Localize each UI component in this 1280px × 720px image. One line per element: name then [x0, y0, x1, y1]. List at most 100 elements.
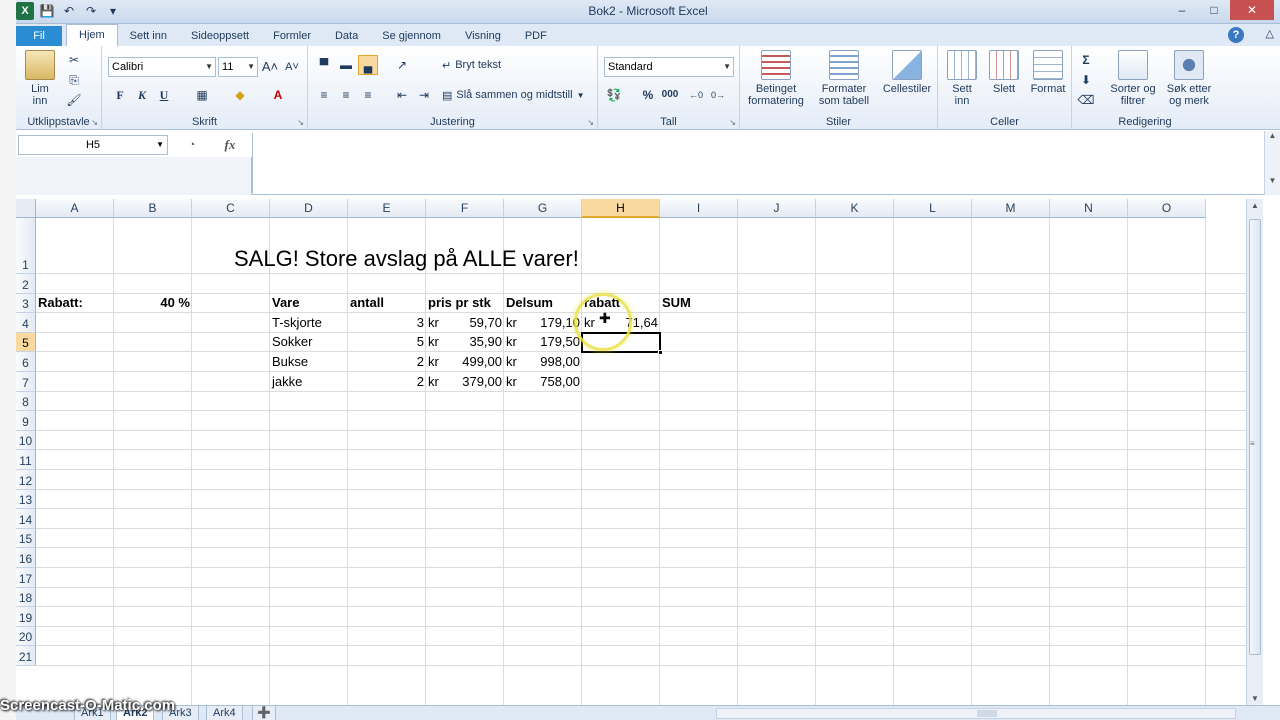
item-name[interactable]: jakke [272, 373, 346, 391]
increase-decimal-icon[interactable]: ←0 [686, 85, 706, 105]
tab-view[interactable]: Visning [453, 26, 513, 46]
item-price[interactable]: 379,00 [428, 373, 502, 391]
scroll-up-icon[interactable]: ▲ [1251, 201, 1259, 210]
help-icon[interactable]: ? [1228, 27, 1244, 43]
fill-handle[interactable] [658, 350, 663, 356]
select-all-corner[interactable] [16, 199, 36, 218]
horizontal-scrollbar[interactable] [716, 708, 1236, 719]
vertical-scrollbar[interactable]: ▲ ≡ ▼ [1246, 199, 1263, 705]
row-header-19[interactable]: 19 [16, 607, 36, 627]
item-subtotal[interactable]: 179,50 [506, 333, 580, 351]
row-header-10[interactable]: 10 [16, 430, 36, 451]
align-middle-icon[interactable]: ▬ [336, 55, 356, 75]
item-subtotal[interactable]: 998,00 [506, 353, 580, 371]
column-header-d[interactable]: D [270, 199, 348, 218]
format-as-table-button[interactable]: Formater som tabell [812, 50, 876, 107]
column-header-j[interactable]: J [738, 199, 816, 218]
row-header-1[interactable]: 1 [16, 218, 36, 274]
tab-formulas[interactable]: Formler [261, 26, 323, 46]
item-subtotal[interactable]: 179,10 [506, 314, 580, 332]
header-item[interactable]: Vare [272, 294, 346, 312]
increase-indent-icon[interactable]: ⇥ [414, 85, 434, 105]
header-price[interactable]: pris pr stk [428, 294, 502, 312]
item-price[interactable]: 59,70 [428, 314, 502, 332]
scroll-thumb[interactable] [977, 710, 997, 717]
tab-home[interactable]: Hjem [66, 24, 118, 46]
item-qty[interactable]: 3 [350, 314, 424, 332]
format-cells-button[interactable]: Format [1026, 50, 1070, 95]
maximize-button[interactable]: □ [1198, 0, 1230, 20]
percent-button[interactable]: % [638, 85, 658, 105]
align-left-icon[interactable]: ≡ [314, 85, 334, 105]
row-header-13[interactable]: 13 [16, 489, 36, 510]
borders-icon[interactable]: ▦ [192, 85, 212, 105]
item-price[interactable]: 35,90 [428, 333, 502, 351]
scroll-thumb[interactable] [1249, 219, 1261, 655]
formula-bar-scroll[interactable]: ▲ ▼ [1264, 131, 1280, 195]
column-header-l[interactable]: L [894, 199, 972, 218]
fill-color-icon[interactable]: ◆ [230, 85, 250, 105]
align-top-icon[interactable]: ▀ [314, 55, 334, 75]
thousands-button[interactable]: 000 [658, 85, 682, 105]
row-header-16[interactable]: 16 [16, 548, 36, 568]
item-qty[interactable]: 2 [350, 353, 424, 371]
header-qty[interactable]: antall [350, 294, 424, 312]
paste-button[interactable]: Lim inn [20, 50, 60, 107]
minimize-ribbon-icon[interactable]: △ [1266, 27, 1274, 40]
column-header-o[interactable]: O [1128, 199, 1206, 218]
alignment-launcher-icon[interactable]: ↘ [587, 118, 594, 127]
item-name[interactable]: Bukse [272, 353, 346, 371]
clipboard-launcher-icon[interactable]: ↘ [91, 118, 98, 127]
autosum-icon[interactable]: Σ [1076, 50, 1096, 70]
row-header-5[interactable]: 5 [16, 332, 36, 353]
scroll-up-icon[interactable]: ▲ [1265, 131, 1280, 140]
scroll-down-icon[interactable]: ▼ [1265, 176, 1280, 185]
item-name[interactable]: Sokker [272, 333, 346, 351]
format-painter-icon[interactable]: 🖌 [64, 90, 84, 110]
italic-button[interactable]: K [132, 85, 152, 105]
wrap-text-button[interactable]: ↵ Bryt tekst [442, 55, 501, 75]
column-header-k[interactable]: K [816, 199, 894, 218]
clear-icon[interactable]: ⌫ [1076, 90, 1096, 110]
row-header-11[interactable]: 11 [16, 450, 36, 470]
item-qty[interactable]: 5 [350, 333, 424, 351]
column-header-m[interactable]: M [972, 199, 1050, 218]
align-center-icon[interactable]: ≡ [336, 85, 356, 105]
row-header-9[interactable]: 9 [16, 411, 36, 431]
row-header-17[interactable]: 17 [16, 568, 36, 588]
row-header-14[interactable]: 14 [16, 509, 36, 529]
insert-function-button[interactable]: fx [225, 137, 236, 153]
column-header-h[interactable]: H [582, 199, 660, 218]
bold-button[interactable]: F [110, 85, 130, 105]
worksheet-grid[interactable]: A B C D E F G H I J K L M N O 1 2 3 4 5 6 7 8 9 10 11 12 13 14 15 16 17… [16, 199, 1246, 705]
column-header-n[interactable]: N [1050, 199, 1128, 218]
row-header-15[interactable]: 15 [16, 528, 36, 549]
tab-file[interactable]: Fil [16, 26, 62, 46]
tab-review[interactable]: Se gjennom [370, 26, 453, 46]
item-price[interactable]: 499,00 [428, 353, 502, 371]
currency-icon[interactable]: 💱 [604, 85, 624, 105]
row-header-20[interactable]: 20 [16, 626, 36, 647]
merge-center-button[interactable]: ▤ Slå sammen og midtstill ▼ [442, 85, 584, 105]
item-qty[interactable]: 2 [350, 373, 424, 391]
discount-label[interactable]: Rabatt: [38, 294, 112, 312]
minimize-button[interactable]: – [1166, 0, 1198, 20]
cut-icon[interactable]: ✂ [64, 50, 84, 70]
copy-icon[interactable]: ⎘ [64, 70, 84, 90]
font-size-select[interactable]: 11 ▼ [218, 57, 258, 77]
header-sum[interactable]: SUM [662, 294, 736, 312]
tab-data[interactable]: Data [323, 26, 370, 46]
number-launcher-icon[interactable]: ↘ [729, 118, 736, 127]
scroll-down-icon[interactable]: ▼ [1251, 694, 1259, 703]
row-header-7[interactable]: 7 [16, 372, 36, 392]
font-name-select[interactable]: Calibri ▼ [108, 57, 216, 77]
conditional-formatting-button[interactable]: Betinget formatering [742, 50, 810, 107]
font-launcher-icon[interactable]: ↘ [297, 118, 304, 127]
delete-cells-button[interactable]: Slett [984, 50, 1024, 95]
decrease-indent-icon[interactable]: ⇤ [392, 85, 412, 105]
row-header-21[interactable]: 21 [16, 646, 36, 666]
row-header-6[interactable]: 6 [16, 352, 36, 372]
shrink-font-icon[interactable]: A˅ [282, 57, 302, 77]
row-header-2[interactable]: 2 [16, 274, 36, 294]
underline-button[interactable]: U [154, 85, 174, 105]
